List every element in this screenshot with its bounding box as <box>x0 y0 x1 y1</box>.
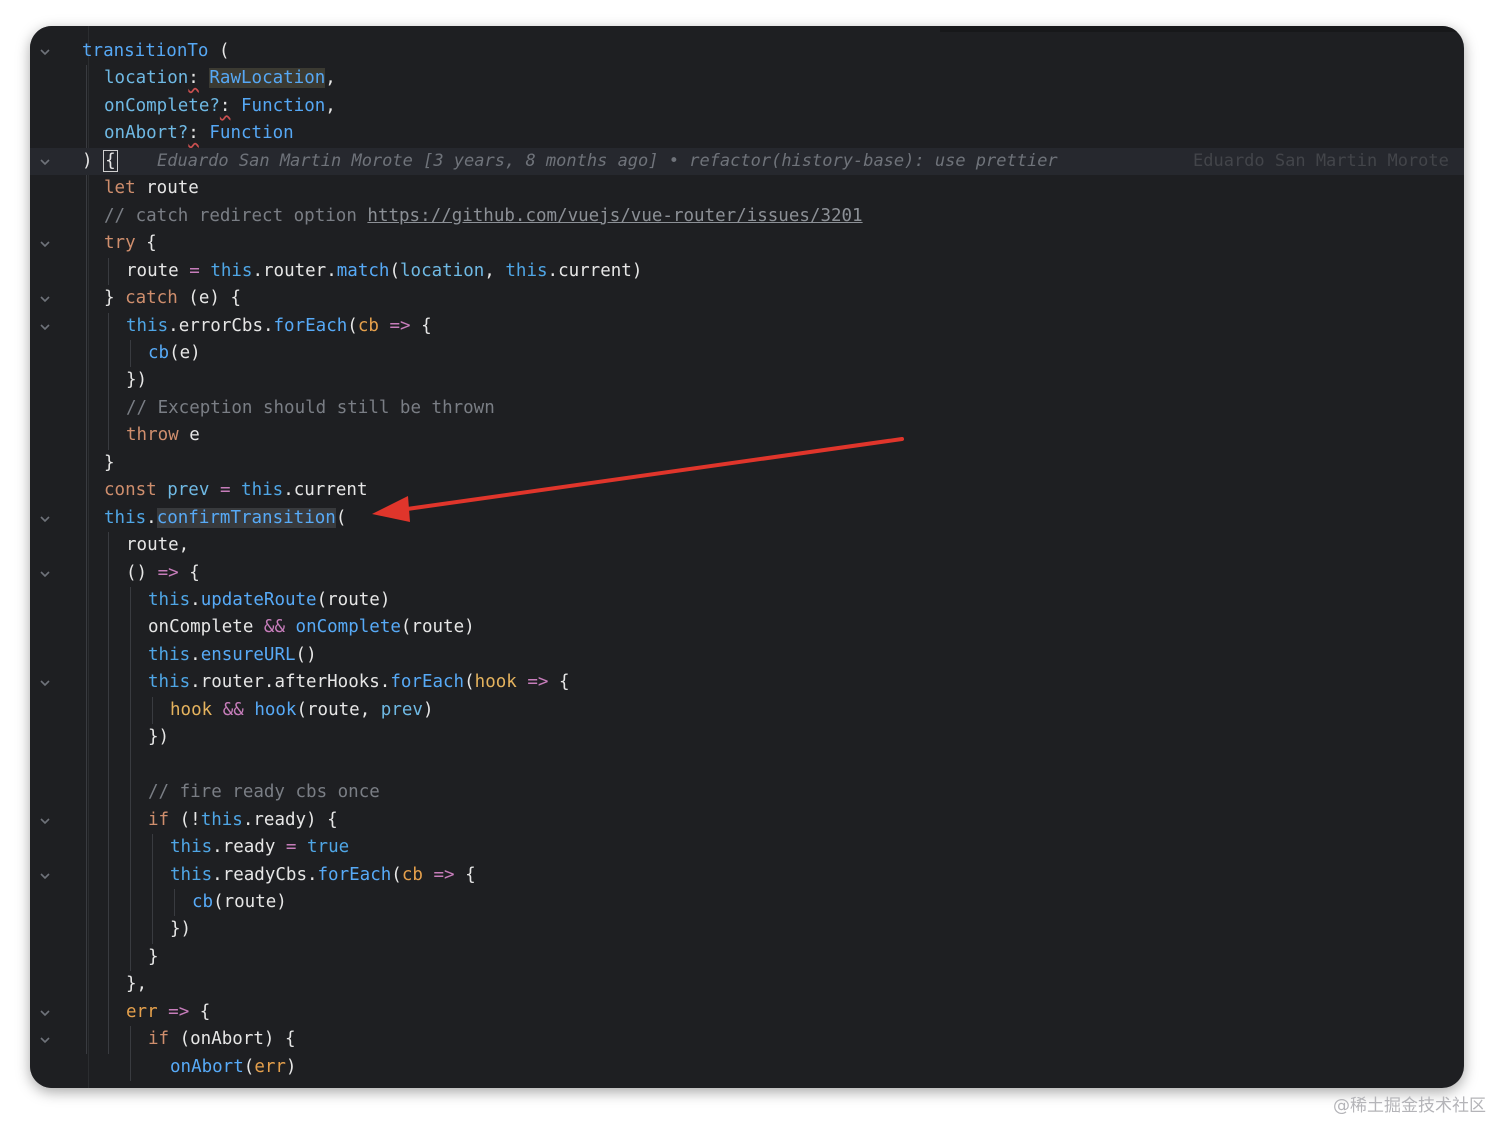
code-editor-window: transitionTo (location: RawLocation, onCo… <box>30 26 1464 1088</box>
watermark: @稀土掘金技术社区 <box>1333 1096 1486 1116</box>
annotation-arrow-icon <box>372 437 904 522</box>
